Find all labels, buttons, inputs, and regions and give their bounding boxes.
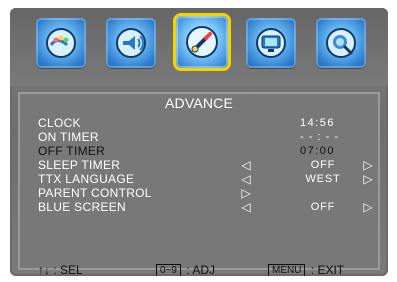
menu-row-blue-screen[interactable]: BLUE SCREEN ◁ OFF ▷ (38, 200, 373, 214)
menu-row-value: - - : - - (300, 131, 339, 143)
footer-exit: MENU : EXIT (268, 262, 344, 276)
right-arrow-icon[interactable]: ▷ (238, 186, 254, 200)
footer-adj-text: : ADJ (186, 263, 215, 276)
picture-menu-icon[interactable] (36, 18, 86, 68)
menu-row-clock[interactable]: CLOCK 14:56 (38, 116, 368, 130)
footer-help: ↑↓ : SEL 0~9 : ADJ MENU : EXIT (38, 262, 388, 276)
footer-adj-key: 0~9 (156, 264, 181, 276)
osd-window: ADVANCE CLOCK 14:56 ON TIMER - - : - - O… (10, 8, 388, 276)
menu-row-value: OFF (310, 201, 336, 213)
footer-sel: ↑↓ : SEL (38, 262, 83, 276)
menu-row-label: ON TIMER (38, 130, 99, 144)
right-arrow-icon[interactable]: ▷ (360, 158, 376, 172)
menu-row-label: BLUE SCREEN (38, 200, 126, 214)
footer-exit-text: : EXIT (310, 263, 345, 276)
left-arrow-icon[interactable]: ◁ (238, 200, 254, 214)
up-down-arrow-icon: ↑↓ (38, 263, 50, 276)
menu-row-label: SLEEP TIMER (38, 158, 121, 172)
menu-row-off-timer[interactable]: OFF TIMER 07:00 (38, 144, 368, 158)
panel-title: ADVANCE (164, 95, 234, 111)
menu-icon-bar (10, 8, 388, 86)
menu-row-ttx-language[interactable]: TTX LANGUAGE ◁ WEST ▷ (38, 172, 373, 186)
tv-setup-icon[interactable] (246, 18, 296, 68)
menu-row-value: 07:00 (300, 145, 336, 157)
sound-menu-icon[interactable] (106, 18, 156, 68)
footer-sel-text: : SEL (53, 263, 83, 276)
menu-row-value: OFF (310, 159, 336, 171)
left-arrow-icon[interactable]: ◁ (238, 172, 254, 186)
menu-row-label: PARENT CONTROL (38, 186, 152, 200)
menu-row-label: TTX LANGUAGE (38, 172, 135, 186)
left-arrow-icon[interactable]: ◁ (238, 158, 254, 172)
menu-row-value: 14:56 (300, 117, 336, 129)
right-arrow-icon[interactable]: ▷ (360, 200, 376, 214)
menu-row-sleep-timer[interactable]: SLEEP TIMER ◁ OFF ▷ (38, 158, 373, 172)
menu-row-label: OFF TIMER (38, 144, 106, 158)
advance-menu-panel: ADVANCE CLOCK 14:56 ON TIMER - - : - - O… (18, 92, 380, 276)
footer-exit-key: MENU (268, 264, 306, 276)
menu-row-parent-control[interactable]: PARENT CONTROL ▷ (38, 186, 368, 200)
menu-row-on-timer[interactable]: ON TIMER - - : - - (38, 130, 368, 144)
source-search-icon[interactable] (316, 18, 366, 68)
footer-adj: 0~9 : ADJ (156, 262, 215, 276)
advanced-settings-icon[interactable] (176, 16, 228, 68)
menu-row-value: WEST (305, 173, 341, 185)
menu-row-label: CLOCK (38, 116, 81, 130)
right-arrow-icon[interactable]: ▷ (360, 172, 376, 186)
